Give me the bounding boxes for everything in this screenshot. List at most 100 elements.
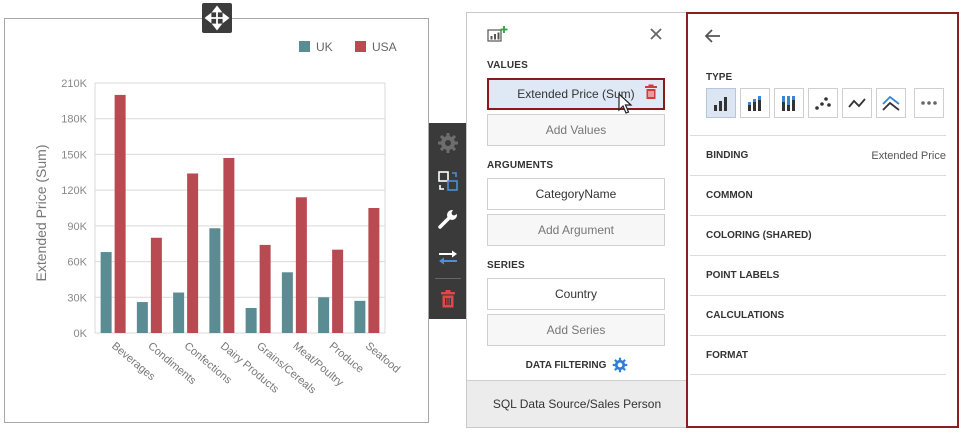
item-toolbar (429, 123, 467, 319)
toolbar-separator (435, 278, 461, 279)
point-labels-row-label: POINT LABELS (706, 270, 780, 281)
more-icon (921, 101, 937, 105)
gear-icon (438, 133, 458, 153)
add-argument-button[interactable]: Add Argument (487, 214, 665, 246)
back-button[interactable] (704, 28, 722, 49)
format-row[interactable]: FORMAT (690, 335, 946, 375)
legend-swatch (355, 41, 366, 52)
bar-usa[interactable] (223, 158, 235, 333)
data-filtering-button[interactable]: DATA FILTERING (467, 357, 687, 373)
bar-usa[interactable] (332, 249, 344, 333)
swap-button[interactable] (429, 239, 467, 275)
y-tick-label: 90K (67, 221, 87, 233)
type-section-title: TYPE (706, 72, 733, 83)
bar-uk[interactable] (136, 302, 148, 333)
options-button[interactable] (429, 201, 467, 237)
bar-uk[interactable] (354, 300, 366, 333)
add-values-label: Add Values (545, 123, 607, 137)
series-field-label: Country (554, 287, 598, 301)
bar-usa[interactable] (295, 197, 307, 333)
add-series-button[interactable]: Add Series (487, 314, 665, 346)
calculations-row[interactable]: CALCULATIONS (690, 295, 946, 335)
trash-icon (645, 84, 657, 99)
legend-label: USA (372, 40, 397, 54)
delete-button[interactable] (429, 281, 467, 317)
point-labels-row[interactable]: POINT LABELS (690, 255, 946, 295)
data-source-label: SQL Data Source/Sales Person (492, 397, 662, 411)
type-line-button[interactable] (842, 88, 872, 118)
calculations-row-label: CALCULATIONS (706, 310, 785, 321)
y-axis: 0K 30K 60K 90K 120K 150K 180K 210K (61, 78, 87, 340)
format-row-label: FORMAT (706, 349, 749, 361)
coloring-row[interactable]: COLORING (SHARED) (690, 215, 946, 255)
y-tick-label: 120K (61, 185, 87, 197)
arrow-left-icon (704, 29, 720, 43)
convert-button[interactable] (429, 163, 467, 199)
close-icon (650, 28, 662, 40)
binding-row-label: BINDING (706, 150, 749, 161)
type-stacked-bar-button[interactable] (740, 88, 770, 118)
add-values-button[interactable]: Add Values (487, 114, 665, 146)
bar-uk[interactable] (318, 297, 330, 333)
range-area-icon (882, 95, 900, 111)
bar-usa[interactable] (259, 244, 271, 333)
bar-uk[interactable] (245, 308, 257, 333)
close-button[interactable] (649, 27, 663, 46)
y-tick-label: 210K (61, 78, 87, 90)
value-field-extended-price[interactable]: Extended Price (Sum) (487, 78, 665, 110)
values-section-title: VALUES (487, 60, 529, 71)
add-series-label: Add Series (546, 323, 606, 337)
point-chart-icon (815, 97, 831, 110)
move-handle[interactable] (202, 3, 232, 33)
bar-chart-icon (714, 97, 727, 111)
type-point-button[interactable] (808, 88, 838, 118)
data-source-button[interactable]: SQL Data Source/Sales Person (467, 380, 687, 427)
binding-row-value: Extended Price (871, 149, 946, 162)
chart-item[interactable]: 0K 30K 60K 90K 120K 150K 180K 210K Beverages Con… (4, 18, 429, 423)
data-filtering-label: DATA FILTERING (525, 359, 607, 371)
bar-usa[interactable] (187, 173, 199, 333)
full-stacked-bar-icon (782, 96, 795, 111)
common-row-label: COMMON (706, 190, 753, 201)
bar-uk[interactable] (173, 292, 185, 333)
add-argument-label: Add Argument (537, 223, 615, 237)
arguments-section-title: ARGUMENTS (487, 160, 554, 171)
bar-usa[interactable] (368, 208, 380, 333)
x-tick-label: Seafood (363, 340, 402, 376)
move-icon (204, 5, 230, 31)
bar-uk[interactable] (281, 272, 293, 333)
legend-label: UK (316, 40, 333, 54)
add-pane-icon (487, 26, 508, 42)
y-tick-label: 30K (67, 292, 87, 304)
line-chart-icon (848, 98, 866, 108)
y-tick-label: 0K (74, 328, 88, 340)
type-bar-button[interactable] (706, 88, 736, 118)
y-axis-title: Extended Price (Sum) (33, 145, 49, 282)
remove-value-button[interactable] (644, 84, 658, 105)
add-chart-pane-button[interactable] (487, 25, 509, 48)
settings-button[interactable] (429, 125, 467, 161)
legend-swatch (299, 41, 310, 52)
coloring-row-label: COLORING (SHARED) (706, 230, 812, 241)
options-panel: TYPE BINDING Extended Price COMMON COLOR… (686, 12, 959, 428)
chart-legend: UK USA (299, 40, 397, 54)
bar-chart: 0K 30K 60K 90K 120K 150K 180K 210K BeveragesCon… (33, 40, 402, 397)
bar-uk[interactable] (209, 228, 221, 333)
series-field-country[interactable]: Country (487, 278, 665, 310)
swap-icon (439, 250, 457, 265)
type-more-button[interactable] (914, 88, 944, 118)
type-full-stacked-bar-button[interactable] (774, 88, 804, 118)
common-row[interactable]: COMMON (690, 175, 946, 215)
argument-field-categoryname[interactable]: CategoryName (487, 178, 665, 210)
y-tick-label: 150K (61, 149, 87, 161)
stacked-bar-icon (748, 96, 761, 111)
type-range-area-button[interactable] (876, 88, 906, 118)
binding-row[interactable]: BINDING Extended Price (690, 135, 946, 175)
bar-uk[interactable] (100, 252, 112, 333)
convert-icon (438, 171, 458, 191)
bar-usa[interactable] (114, 94, 126, 334)
series-section-title: SERIES (487, 260, 525, 271)
gear-icon (613, 357, 628, 373)
y-tick-label: 180K (61, 114, 87, 126)
bar-usa[interactable] (150, 237, 162, 333)
